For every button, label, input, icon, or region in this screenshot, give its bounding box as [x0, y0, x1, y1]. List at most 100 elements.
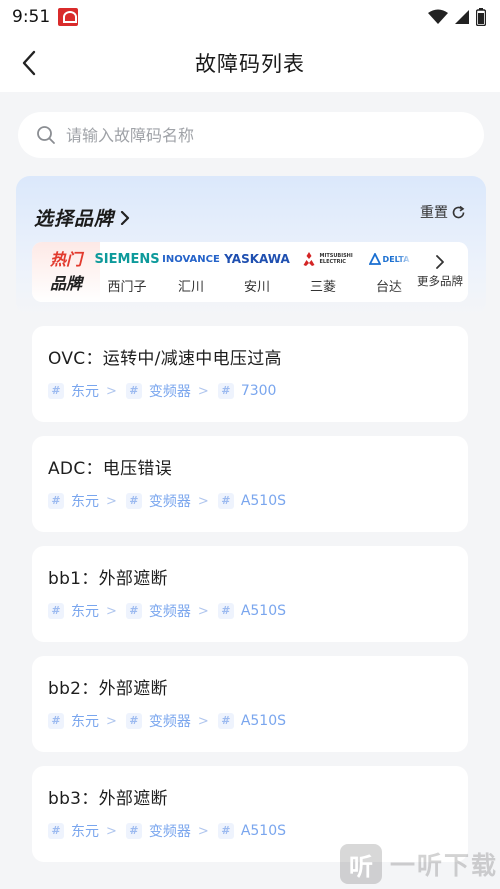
hashtag-icon: # — [48, 603, 64, 619]
status-time: 9:51 — [12, 7, 51, 27]
chevron-right-icon: > — [197, 493, 209, 509]
yaskawa-logo: YASKAWA — [224, 252, 290, 266]
brand-name: 汇川 — [177, 280, 204, 295]
hashtag-icon: # — [48, 823, 64, 839]
fault-code-item[interactable]: ADC：电压错误 # 东元 > # 变频器 > # A510S — [32, 436, 468, 532]
hashtag-icon: # — [217, 713, 234, 729]
hashtag-icon: # — [217, 383, 234, 399]
model-tag[interactable]: # A510S — [217, 713, 286, 729]
brand-strip: 热门 品牌 SIEMENS 西门子 INOVANCE 汇川 YASKAWA 安川… — [32, 242, 468, 302]
signal-icon — [455, 10, 469, 24]
brand-tag[interactable]: # 东元 — [48, 821, 99, 841]
back-button[interactable] — [14, 48, 44, 78]
fault-tags: # 东元 > # 变频器 > # A510S — [48, 821, 468, 841]
fault-tags: # 东元 > # 变频器 > # A510S — [48, 711, 468, 731]
fault-code-title: bb2：外部遮断 — [48, 679, 168, 699]
chevron-right-icon: > — [106, 603, 117, 619]
wifi-icon — [428, 9, 448, 24]
hashtag-icon: # — [217, 823, 234, 839]
chevron-right-icon: > — [106, 383, 117, 399]
brand-tag[interactable]: # 东元 — [48, 601, 99, 621]
delta-triangle-icon — [368, 253, 381, 265]
app-bar: 故障码列表 — [0, 34, 500, 92]
category-tag[interactable]: # 变频器 — [125, 491, 191, 511]
hashtag-icon: # — [125, 493, 142, 509]
category-tag[interactable]: # 变频器 — [125, 381, 191, 401]
chevron-right-icon — [436, 255, 444, 269]
brand-tag[interactable]: # 东元 — [48, 491, 99, 511]
fault-tags: # 东元 > # 变频器 > #7300 — [48, 381, 468, 401]
brand-tag[interactable]: # 东元 — [48, 381, 99, 401]
search-bar[interactable] — [18, 112, 484, 158]
chevron-right-icon: > — [106, 493, 117, 509]
brand-name: 安川 — [243, 280, 270, 295]
hashtag-icon: # — [48, 713, 64, 729]
category-tag[interactable]: # 变频器 — [125, 601, 191, 621]
status-bar: 9:51 — [0, 0, 500, 34]
fault-code-title: OVC：运转中/减速中电压过高 — [48, 349, 282, 369]
select-brand-title: 选择品牌 — [34, 208, 115, 230]
hashtag-icon: # — [48, 383, 64, 399]
hashtag-icon: # — [125, 823, 142, 839]
delta-logo: DELTA — [358, 248, 420, 270]
search-icon — [37, 126, 55, 144]
fault-code-title: bb3：外部遮断 — [48, 789, 168, 809]
chevron-right-icon: > — [106, 713, 117, 729]
page-title: 故障码列表 — [195, 52, 305, 76]
category-tag[interactable]: # 变频器 — [125, 821, 191, 841]
brand-item-mitsubishi[interactable]: MITSUBISHI ELECTRIC 三菱 — [292, 248, 354, 295]
watermark-logo-icon: 听 — [340, 844, 382, 884]
brand-tag[interactable]: # 东元 — [48, 711, 99, 731]
model-tag[interactable]: # A510S — [217, 603, 286, 619]
watermark-text: 一听下载 — [390, 851, 499, 880]
hashtag-icon: # — [125, 603, 142, 619]
mitsubishi-diamond-icon — [303, 252, 314, 266]
hashtag-icon: # — [125, 713, 142, 729]
chevron-right-icon: > — [197, 603, 209, 619]
app-notification-icon — [58, 8, 79, 26]
brand-name: 三菱 — [309, 280, 336, 295]
brand-item-inovance[interactable]: INOVANCE 汇川 — [160, 248, 222, 296]
chevron-right-icon — [120, 210, 130, 225]
fault-code-title: ADC：电压错误 — [48, 459, 172, 479]
fault-code-item[interactable]: OVC：运转中/减速中电压过高 # 东元 > # 变频器 > #7300 — [32, 326, 468, 422]
battery-icon — [476, 8, 486, 26]
fault-code-list: OVC：运转中/减速中电压过高 # 东元 > # 变频器 > #7300 ADC：电… — [32, 326, 468, 876]
more-brands-label: 更多品牌 — [417, 274, 463, 288]
model-tag[interactable]: # A510S — [217, 493, 286, 509]
category-tag[interactable]: # 变频器 — [125, 711, 191, 731]
brand-name: 西门子 — [107, 280, 147, 295]
select-brand-header[interactable]: 选择品牌 — [34, 204, 130, 231]
mitsubishi-logo: MITSUBISHI ELECTRIC — [292, 248, 354, 270]
model-tag[interactable]: #7300 — [217, 383, 276, 399]
fault-code-item[interactable]: bb1：外部遮断 # 东元 > # 变频器 > # A510S — [32, 546, 468, 642]
reset-button[interactable]: 重置 — [420, 202, 466, 222]
brand-item-yaskawa[interactable]: YASKAWA 安川 — [224, 248, 290, 295]
fault-code-item[interactable]: bb2：外部遮断 # 东元 > # 变频器 > # A510S — [32, 656, 468, 752]
fault-tags: # 东元 > # 变频器 > # A510S — [48, 491, 468, 511]
more-brands-button[interactable]: 更多品牌 — [412, 242, 468, 302]
hashtag-icon: # — [217, 603, 234, 619]
fault-code-title: bb1：外部遮断 — [48, 569, 168, 589]
reset-label: 重置 — [420, 205, 448, 221]
chevron-right-icon: > — [106, 823, 117, 839]
hot-brands-label: 热门 品牌 — [32, 242, 100, 302]
hashtag-icon: # — [217, 493, 234, 509]
siemens-logo: SIEMENS — [94, 251, 160, 267]
chevron-right-icon: > — [197, 713, 209, 729]
inovance-logo: INOVANCE — [162, 253, 220, 265]
chevron-right-icon: > — [197, 823, 209, 839]
chevron-left-icon — [22, 50, 36, 76]
brand-item-siemens[interactable]: SIEMENS 西门子 — [94, 248, 160, 296]
hashtag-icon: # — [125, 383, 142, 399]
model-tag[interactable]: # A510S — [217, 823, 286, 839]
brand-item-delta[interactable]: DELTA 台达 — [358, 248, 420, 295]
search-input[interactable] — [66, 125, 446, 145]
brand-name: 台达 — [375, 280, 402, 295]
brand-selector-card: 选择品牌 重置 热门 品牌 SIEMENS 西门子 INOVANCE 汇川 YA… — [16, 176, 486, 316]
fault-tags: # 东元 > # 变频器 > # A510S — [48, 601, 468, 621]
chevron-right-icon: > — [197, 383, 209, 399]
hashtag-icon: # — [48, 493, 64, 509]
watermark: 听 一听下载 — [340, 844, 500, 884]
refresh-icon — [452, 205, 465, 218]
